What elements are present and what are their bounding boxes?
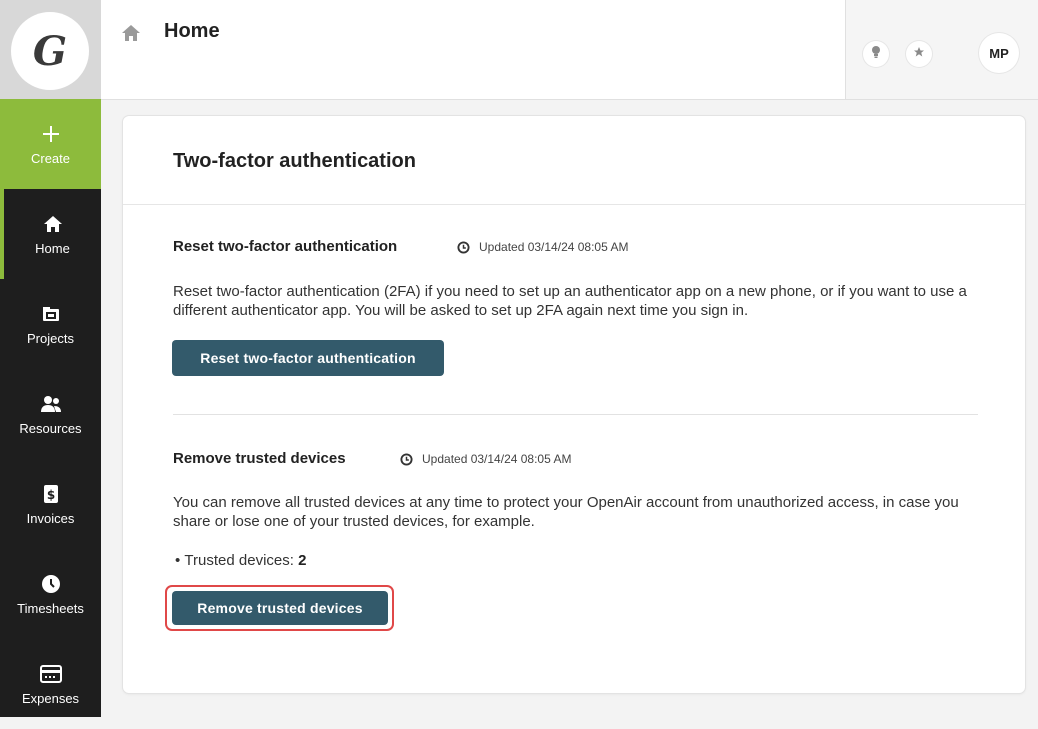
- sidebar-item-label: Expenses: [21, 690, 80, 706]
- devices-label: Trusted devices:: [184, 552, 299, 569]
- devices-count: 2: [298, 552, 307, 569]
- app-logo[interactable]: G: [11, 12, 89, 90]
- sidebar-item-label: Resources: [19, 420, 82, 436]
- page-title: Home: [164, 20, 220, 42]
- lightbulb-icon: [871, 45, 881, 64]
- lightbulb-button[interactable]: [863, 41, 889, 67]
- sidebar-item-create[interactable]: Create: [0, 99, 101, 189]
- resources-icon: [40, 393, 62, 415]
- divider: [173, 414, 978, 415]
- user-menu-area: MP: [949, 0, 1038, 99]
- reset-description: Reset two-factor authentication (2FA) if…: [173, 283, 967, 319]
- logo-area: G: [0, 0, 101, 99]
- plus-icon: [41, 123, 61, 145]
- projects-icon: [42, 303, 60, 325]
- sidebar-item-label: Projects: [27, 330, 74, 346]
- trusted-updated-timestamp: Updated 03/14/24 08:05 AM: [400, 452, 571, 466]
- clock-icon: [457, 240, 470, 254]
- reset-2fa-button[interactable]: Reset two-factor authentication: [172, 340, 444, 376]
- avatar[interactable]: MP: [979, 33, 1019, 73]
- trusted-devices-count: • Trusted devices: 2: [175, 552, 306, 569]
- sidebar-item-expenses[interactable]: Expenses: [0, 639, 101, 729]
- favorites-button[interactable]: [906, 41, 932, 67]
- sidebar-item-projects[interactable]: Projects: [0, 279, 101, 369]
- star-icon: [913, 45, 925, 63]
- sidebar-item-label: Timesheets: [17, 600, 84, 616]
- expenses-icon: [39, 663, 62, 685]
- sidebar-item-timesheets[interactable]: Timesheets: [0, 549, 101, 639]
- home-icon[interactable]: [121, 24, 141, 47]
- updated-text: Updated 03/14/24 08:05 AM: [422, 452, 572, 466]
- clock-icon: [400, 452, 413, 466]
- sidebar: G Create Home Projects Resources $ Invoi…: [0, 0, 101, 717]
- sidebar-item-label: Create: [30, 150, 71, 166]
- sidebar-item-label: Home: [35, 240, 70, 256]
- two-factor-card: Two-factor authentication Reset two-fact…: [123, 116, 1025, 693]
- reset-section-title: Reset two-factor authentication: [173, 238, 398, 255]
- logo-letter: G: [32, 27, 68, 75]
- svg-text:$: $: [46, 488, 54, 502]
- invoices-icon: $: [43, 483, 59, 505]
- updated-text: Updated 03/14/24 08:05 AM: [479, 240, 629, 254]
- sidebar-item-home[interactable]: Home: [0, 189, 101, 279]
- trusted-section-title: Remove trusted devices: [173, 450, 346, 467]
- reset-updated-timestamp: Updated 03/14/24 08:05 AM: [457, 240, 628, 254]
- quick-actions: [845, 0, 951, 99]
- remove-trusted-devices-button[interactable]: Remove trusted devices: [172, 591, 388, 625]
- sidebar-item-label: Invoices: [26, 510, 75, 526]
- card-title: Two-factor authentication: [173, 150, 416, 172]
- home-icon: [43, 213, 63, 235]
- sidebar-item-resources[interactable]: Resources: [0, 369, 101, 459]
- top-bar: Home MP: [101, 0, 1038, 100]
- sidebar-item-invoices[interactable]: $ Invoices: [0, 459, 101, 549]
- trusted-description: You can remove all trusted devices at an…: [173, 494, 959, 530]
- card-header: Two-factor authentication: [123, 116, 1025, 205]
- clock-icon: [41, 573, 61, 595]
- bullet-marker: •: [175, 552, 185, 569]
